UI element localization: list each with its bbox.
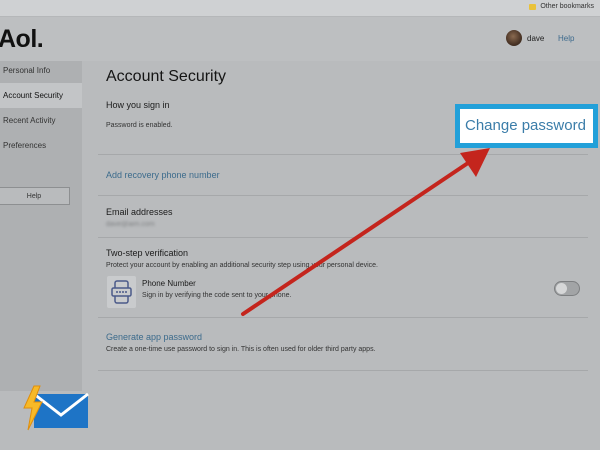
red-arrow-annotation: [241, 148, 490, 316]
mail-logo-icon: [23, 385, 89, 431]
